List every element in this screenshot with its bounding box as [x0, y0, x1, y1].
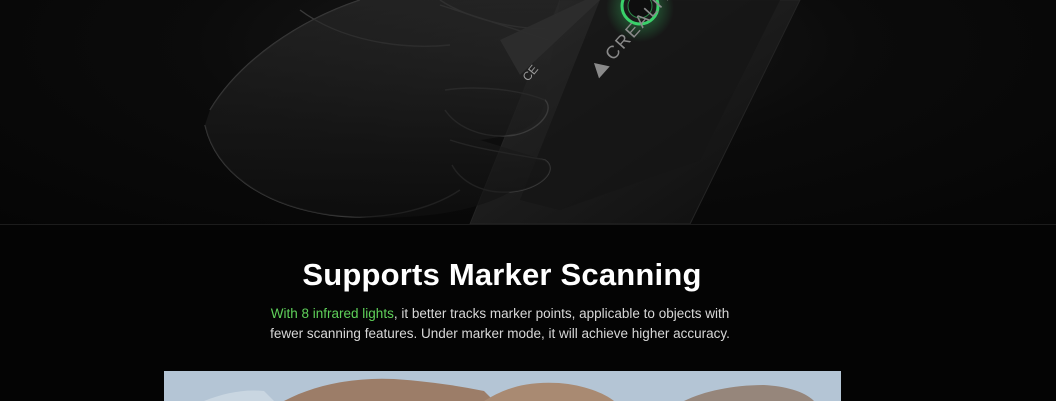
section-description: With 8 infrared lights, it better tracks…: [0, 304, 1000, 344]
description-line2: fewer scanning features. Under marker mo…: [270, 326, 730, 341]
product-page: CE CREALITY Supports Marker Scanning Wit…: [0, 0, 1056, 401]
hand-fill: [205, 0, 560, 218]
arm-photo: [164, 371, 841, 401]
description-highlight: With 8 infrared lights: [270, 306, 394, 321]
description-line1-rest: , it better tracks marker points, applic…: [393, 306, 730, 321]
hero-product-image: CE CREALITY: [0, 0, 1056, 224]
marker-scanning-image: [164, 371, 841, 401]
section-title: Supports Marker Scanning: [302, 257, 702, 292]
scanner-in-hand-illustration: CE: [204, 0, 801, 224]
